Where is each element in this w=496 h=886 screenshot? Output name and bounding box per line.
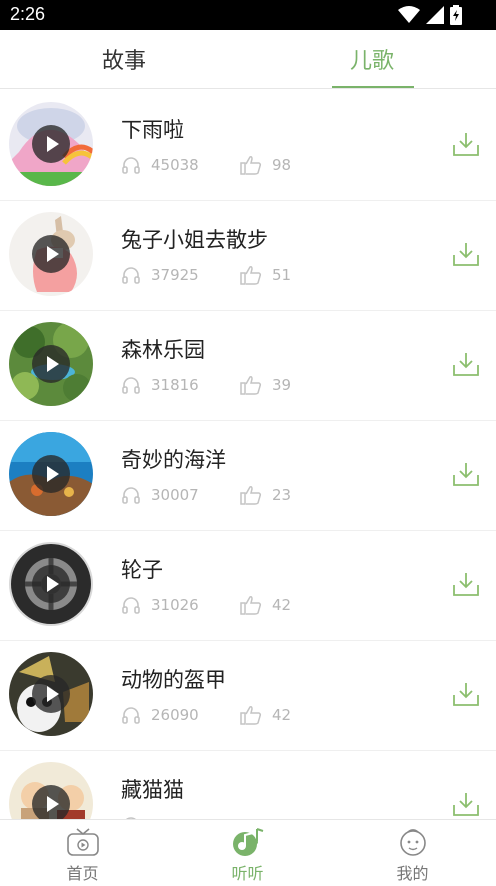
listen-count: 26090 <box>121 704 199 726</box>
song-title: 轮子 <box>121 558 163 582</box>
play-icon[interactable] <box>32 125 70 163</box>
play-icon[interactable] <box>32 675 70 713</box>
nav-mine-label: 我的 <box>396 864 429 883</box>
list-item[interactable]: 森林乐园 31816 39 <box>0 310 496 421</box>
status-icons <box>398 5 462 25</box>
song-title: 兔子小姐去散步 <box>121 228 268 252</box>
play-icon[interactable] <box>32 345 70 383</box>
listen-count: 30007 <box>121 484 199 506</box>
like-count: 98 <box>240 154 291 176</box>
play-icon[interactable] <box>32 455 70 493</box>
tab-songs[interactable]: 儿歌 <box>248 30 496 88</box>
play-icon[interactable] <box>32 565 70 603</box>
headphones-icon <box>122 157 140 174</box>
nav-home[interactable]: 首页 <box>0 820 165 886</box>
thumbnail-rabbit[interactable] <box>9 212 93 296</box>
thumbnail-wheel[interactable] <box>9 542 93 626</box>
like-count-value: 23 <box>272 486 292 504</box>
download-icon[interactable] <box>452 570 480 598</box>
battery-icon <box>450 5 462 25</box>
bottom-nav: 首页 听听 我的 <box>0 819 496 886</box>
headphones-icon <box>122 377 140 394</box>
thumbnail-rain[interactable] <box>9 102 93 186</box>
baby-face-icon <box>399 829 426 856</box>
like-count-value: 42 <box>272 596 292 614</box>
music-note-icon <box>232 828 263 856</box>
play-icon[interactable] <box>32 785 70 819</box>
nav-home-label: 首页 <box>66 864 99 883</box>
download-icon[interactable] <box>452 680 480 708</box>
headphones-icon <box>122 707 140 724</box>
headphones-icon <box>122 487 140 504</box>
listen-count: 31816 <box>121 374 199 396</box>
thumbs-up-icon <box>240 376 262 395</box>
thumbnail-ocean[interactable] <box>9 432 93 516</box>
nav-listen-label: 听听 <box>231 864 264 883</box>
status-time: 2:26 <box>10 4 46 24</box>
headphones-icon <box>122 267 140 284</box>
song-title: 奇妙的海洋 <box>121 448 226 472</box>
song-list[interactable]: 下雨啦 45038 98 兔子小姐去散步 37925 51 森林乐园 31816… <box>0 90 496 819</box>
song-title: 动物的盔甲 <box>121 668 226 692</box>
category-tabs: 故事 儿歌 <box>0 30 496 89</box>
like-count-value: 39 <box>272 376 292 394</box>
download-icon[interactable] <box>452 790 480 818</box>
like-count: 23 <box>240 484 291 506</box>
song-title: 下雨啦 <box>121 118 184 142</box>
tab-indicator <box>332 86 414 88</box>
like-count-value: 98 <box>272 156 292 174</box>
download-icon[interactable] <box>452 130 480 158</box>
like-count-value: 42 <box>272 706 292 724</box>
listen-count-value: 26090 <box>151 706 199 724</box>
nav-listen[interactable]: 听听 <box>165 820 330 886</box>
download-icon[interactable] <box>452 350 480 378</box>
thumbnail-hide-and-seek[interactable] <box>9 762 93 819</box>
list-item[interactable]: 藏猫猫 <box>0 750 496 819</box>
listen-count: 45038 <box>121 154 199 176</box>
status-bar: 2:26 <box>0 0 496 30</box>
thumbnail-panda-armor[interactable] <box>9 652 93 736</box>
like-count-value: 51 <box>272 266 292 284</box>
play-icon[interactable] <box>32 235 70 273</box>
list-item[interactable]: 轮子 31026 42 <box>0 530 496 641</box>
thumbs-up-icon <box>240 486 262 505</box>
thumbs-up-icon <box>240 706 262 725</box>
list-item[interactable]: 兔子小姐去散步 37925 51 <box>0 200 496 311</box>
download-icon[interactable] <box>452 460 480 488</box>
thumbs-up-icon <box>240 156 262 175</box>
like-count: 42 <box>240 594 291 616</box>
song-title: 森林乐园 <box>121 338 205 362</box>
wifi-icon <box>398 6 420 23</box>
thumbs-up-icon <box>240 596 262 615</box>
tab-stories[interactable]: 故事 <box>0 30 248 88</box>
tv-icon <box>66 828 99 856</box>
download-icon[interactable] <box>452 240 480 268</box>
like-count: 51 <box>240 264 291 286</box>
listen-count-value: 31816 <box>151 376 199 394</box>
thumbs-up-icon <box>240 266 262 285</box>
list-item[interactable]: 下雨啦 45038 98 <box>0 90 496 201</box>
list-item[interactable]: 动物的盔甲 26090 42 <box>0 640 496 751</box>
like-count: 39 <box>240 374 291 396</box>
nav-mine[interactable]: 我的 <box>330 820 495 886</box>
song-title: 藏猫猫 <box>121 778 184 802</box>
thumbnail-forest[interactable] <box>9 322 93 406</box>
like-count: 42 <box>240 704 291 726</box>
listen-count-value: 45038 <box>151 156 199 174</box>
listen-count-value: 31026 <box>151 596 199 614</box>
listen-count-value: 30007 <box>151 486 199 504</box>
headphones-icon <box>122 597 140 614</box>
listen-count: 37925 <box>121 264 199 286</box>
signal-icon <box>426 6 444 24</box>
listen-count: 31026 <box>121 594 199 616</box>
list-item[interactable]: 奇妙的海洋 30007 23 <box>0 420 496 531</box>
listen-count-value: 37925 <box>151 266 199 284</box>
